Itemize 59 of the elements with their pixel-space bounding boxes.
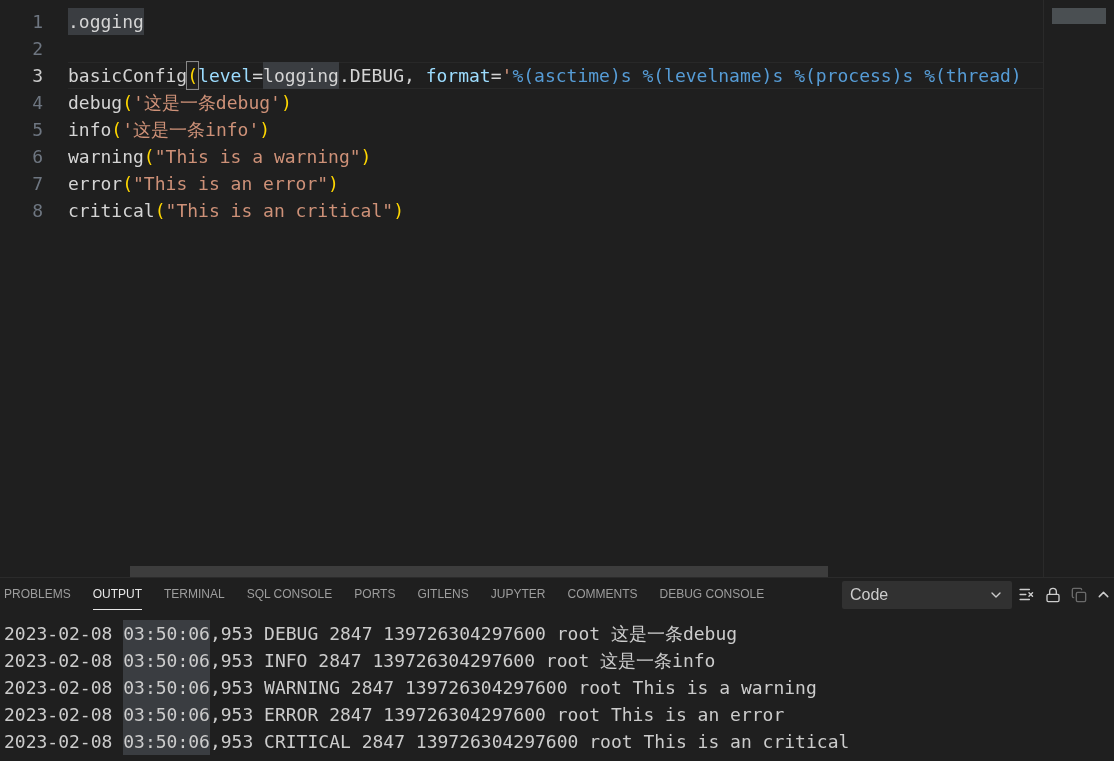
panel-tab[interactable]: JUPYTER xyxy=(490,579,546,610)
code-token: ( xyxy=(187,62,199,89)
line-number: 5 xyxy=(31,118,44,142)
code-token: '这是一条info' xyxy=(122,118,260,142)
copy-icon[interactable] xyxy=(1071,586,1087,603)
code-token: logging xyxy=(263,62,339,89)
code-token: ) xyxy=(280,91,292,115)
line-number: 4 xyxy=(31,91,44,115)
code-token: = xyxy=(252,64,264,88)
code-token: format xyxy=(425,64,491,88)
code-token: "This is a warning" xyxy=(154,145,361,169)
code-token: debug xyxy=(68,91,123,115)
code-token: ) xyxy=(259,118,271,142)
code-token: ) xyxy=(360,145,372,169)
panel-tab[interactable]: PROBLEMS xyxy=(4,579,71,610)
panel-tab[interactable]: TERMINAL xyxy=(164,579,225,610)
code-token: ( xyxy=(122,172,134,196)
code-token: ( xyxy=(154,199,166,223)
line-number: 3 xyxy=(31,64,44,88)
line-number: 2 xyxy=(31,37,44,61)
code-token: .ogging xyxy=(68,8,144,35)
panel-tab[interactable]: SQL CONSOLE xyxy=(246,579,333,610)
line-number: 7 xyxy=(31,172,44,196)
code-token: level xyxy=(198,64,253,88)
panel-tab[interactable]: GITLENS xyxy=(417,579,469,610)
code-token: '这是一条debug' xyxy=(133,91,281,115)
code-token: ) xyxy=(393,199,404,223)
panel-tab[interactable]: OUTPUT xyxy=(92,579,143,610)
code-token: "This is an critical" xyxy=(165,199,394,223)
code-token: error xyxy=(68,172,123,196)
line-number: 8 xyxy=(31,199,44,223)
horizontal-scrollbar[interactable] xyxy=(130,566,828,577)
panel-tab[interactable]: DEBUG CONSOLE xyxy=(659,579,765,610)
code-token: ( xyxy=(122,91,134,115)
panel-tab[interactable]: PORTS xyxy=(354,579,396,610)
code-token: ( xyxy=(111,118,123,142)
code-token: %(asctime)s %(levelname)s %(process)s %(thread) xyxy=(512,64,1022,88)
code-token: "This is an error" xyxy=(133,172,329,196)
line-number: 1 xyxy=(31,10,44,34)
code-token: warning xyxy=(68,145,144,169)
minimap-preview-icon xyxy=(1052,8,1106,24)
code-token: info xyxy=(68,118,112,142)
code-token: critical xyxy=(68,199,155,223)
clear-output-icon[interactable] xyxy=(1018,586,1035,603)
output-line: 2023-02-08 03:50:06,953 ERROR 2847 139726304297600 root This is an error xyxy=(4,701,1114,728)
output-channel-dropdown[interactable]: Code xyxy=(842,580,1012,609)
code-token: ) xyxy=(328,172,339,196)
output-line: 2023-02-08 03:50:06,953 CRITICAL 2847 139726304297600 root This is an critical xyxy=(4,728,1114,755)
lock-icon[interactable] xyxy=(1045,586,1061,603)
code-token: = xyxy=(490,64,502,88)
code-token: basicConfig xyxy=(68,64,188,88)
output-line: 2023-02-08 03:50:06,953 INFO 2847 139726304297600 root 这是一条info xyxy=(4,647,1114,674)
code-token: ' xyxy=(501,64,513,88)
code-token: ( xyxy=(143,145,155,169)
output-line: 2023-02-08 03:50:06,953 DEBUG 2847 139726304297600 root 这是一条debug xyxy=(4,620,1114,647)
output-line: 2023-02-08 03:50:06,953 WARNING 2847 139726304297600 root This is a warning xyxy=(4,674,1114,701)
code-token: .DEBUG, xyxy=(338,64,416,88)
panel-tab[interactable]: COMMENTS xyxy=(567,579,638,610)
line-number: 6 xyxy=(31,145,44,169)
